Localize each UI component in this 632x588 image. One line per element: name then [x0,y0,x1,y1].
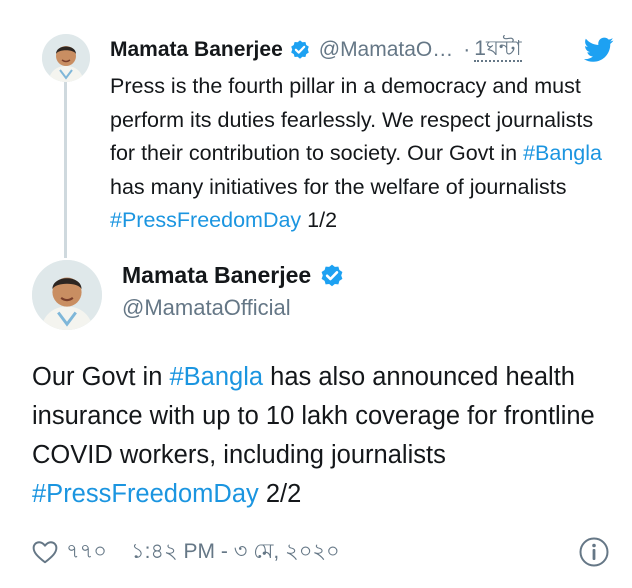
tweet1-author-name[interactable]: Mamata Banerjee [110,38,283,62]
avatar[interactable] [42,34,90,82]
tweet2-author-handle[interactable]: @MamataOfficial [122,295,291,321]
hashtag-link[interactable]: #PressFreedomDay [110,208,301,232]
tweet2-text: Our Govt in #Bangla has also announced h… [32,358,622,514]
tweet1-text: Press is the fourth pillar in a democrac… [110,70,620,238]
tweet-footer: ৭৭০ ১:৪২ PM - ৩ মে, ২০২০ [32,536,340,568]
avatar[interactable] [32,260,102,330]
heart-icon[interactable] [32,540,58,564]
hashtag-link[interactable]: #Bangla [523,141,602,165]
tweet-text-segment: 2/2 [258,480,302,508]
verified-badge-icon [289,39,311,61]
twitter-bird-icon[interactable] [583,37,614,63]
tweet-text-segment: Press is the fourth pillar in a democrac… [110,74,594,165]
info-icon[interactable] [578,536,610,568]
tweet-text-segment: has many initiatives for the welfare of … [110,174,567,199]
hashtag-link[interactable]: #PressFreedomDay [32,480,259,508]
separator-dot: · [463,38,471,61]
tweet1-author-handle[interactable]: @MamataO… [319,38,454,62]
tweet-text-segment: 1/2 [301,208,338,232]
verified-badge-icon [319,263,345,289]
tweet-timestamp[interactable]: ১:৪২ PM - ৩ মে, ২০২০ [131,535,340,570]
tweet-text-segment: Our Govt in [32,363,170,391]
tweet2-header: Mamata Banerjee [122,262,345,289]
like-count[interactable]: ৭৭০ [66,535,107,570]
tweet1-time[interactable]: 1ঘন্টা [474,38,522,62]
thread-connector [64,82,67,258]
hashtag-link[interactable]: #Bangla [169,363,263,391]
tweet1-header: Mamata Banerjee @MamataO… · 1ঘন্টা [110,34,522,66]
tweet2-author-name[interactable]: Mamata Banerjee [122,262,311,289]
